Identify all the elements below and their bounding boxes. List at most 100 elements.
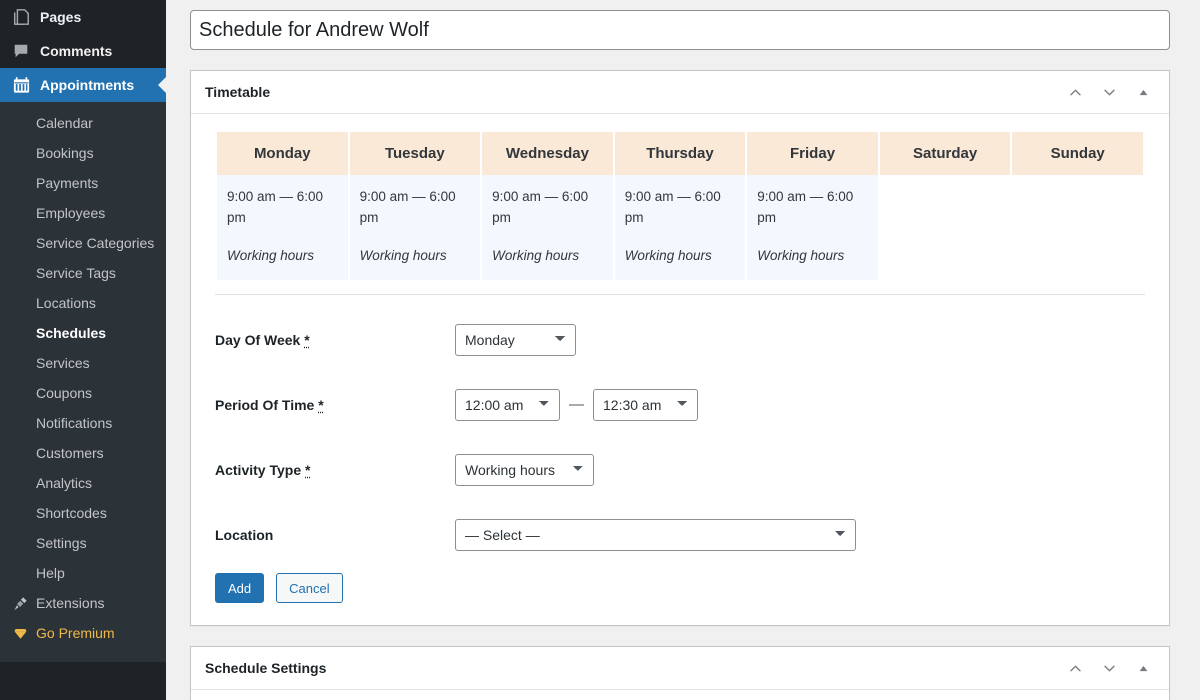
sidebar-item-appointments[interactable]: Appointments — [0, 68, 166, 102]
submenu-label: Services — [36, 355, 90, 371]
activity-type-select[interactable]: Working hours — [455, 453, 594, 486]
day-of-week-select[interactable]: Monday — [455, 323, 576, 356]
submenu-label: Employees — [36, 205, 106, 221]
sidebar-item-coupons[interactable]: Coupons — [0, 378, 166, 408]
sidebar-item-comments[interactable]: Comments — [0, 34, 166, 68]
bullet-icon — [11, 145, 29, 161]
move-up-icon[interactable] — [1061, 78, 1089, 106]
schedule-item-form: Day Of Week * Monday Period Of Time * 12… — [215, 295, 1145, 603]
schedule-settings-body — [191, 690, 1169, 700]
pages-icon — [11, 7, 31, 27]
toggle-panel-icon[interactable] — [1129, 78, 1157, 106]
sidebar-item-analytics[interactable]: Analytics — [0, 468, 166, 498]
sidebar-item-shortcodes[interactable]: Shortcodes — [0, 498, 166, 528]
timetable-header-cell: Wednesday — [482, 132, 613, 175]
sidebar-item-schedules[interactable]: Schedules — [0, 318, 166, 348]
bullet-icon — [11, 475, 29, 491]
period-of-time-label-text: Period Of Time — [215, 396, 315, 413]
sidebar-item-label: Pages — [40, 9, 82, 25]
bullet-icon — [11, 265, 29, 281]
admin-sidebar: Pages Comments Appointments Calendar Boo… — [0, 0, 166, 700]
timetable-head: Monday Tuesday Wednesday Thursday Friday… — [217, 132, 1143, 175]
required-marker: * — [318, 396, 324, 413]
comments-icon — [11, 41, 31, 61]
schedule-title-input[interactable] — [190, 10, 1170, 50]
bullet-icon — [11, 505, 29, 521]
timetable-header-cell: Friday — [747, 132, 878, 175]
submenu-label: Schedules — [36, 325, 107, 341]
timetable-cell-saturday[interactable] — [879, 175, 1011, 280]
main-content: Timetable Mond — [166, 0, 1200, 700]
calendar-icon — [11, 75, 31, 95]
bullet-icon — [11, 235, 29, 251]
sidebar-item-calendar[interactable]: Calendar — [0, 108, 166, 138]
activity-type-label: Activity Type * — [215, 462, 455, 478]
cell-hours: 9:00 am — 6:00 pm — [227, 189, 324, 225]
title-row — [190, 10, 1170, 50]
cell-hours: 9:00 am — 6:00 pm — [492, 189, 589, 225]
timetable-cell-tuesday[interactable]: 9:00 am — 6:00 pm Working hours — [349, 175, 481, 280]
sidebar-item-notifications[interactable]: Notifications — [0, 408, 166, 438]
day-of-week-control: Monday — [455, 323, 576, 356]
period-start-select[interactable]: 12:00 am — [455, 388, 560, 421]
form-actions: Add Cancel — [215, 567, 1145, 603]
sidebar-item-pages[interactable]: Pages — [0, 0, 166, 34]
sidebar-item-label: Comments — [40, 43, 113, 59]
timetable: Monday Tuesday Wednesday Thursday Friday… — [215, 132, 1145, 280]
timetable-header-cell: Thursday — [614, 132, 746, 175]
sidebar-item-settings[interactable]: Settings — [0, 528, 166, 558]
cancel-button[interactable]: Cancel — [276, 573, 343, 603]
submenu-label: Help — [36, 565, 65, 581]
period-of-time-label: Period Of Time * — [215, 397, 455, 413]
required-marker: * — [304, 331, 310, 348]
location-label: Location — [215, 526, 274, 543]
period-of-time-control: 12:00 am — 12:30 am — [455, 388, 698, 421]
schedule-settings-controls — [1061, 654, 1157, 682]
timetable-cell-friday[interactable]: 9:00 am — 6:00 pm Working hours — [747, 175, 878, 280]
bullet-icon — [11, 115, 29, 131]
cell-activity: Working hours — [227, 248, 315, 263]
timetable-cell-wednesday[interactable]: 9:00 am — 6:00 pm Working hours — [482, 175, 613, 280]
day-of-week-label: Day Of Week * — [215, 332, 455, 348]
timetable-header-cell: Tuesday — [349, 132, 481, 175]
submenu-label: Customers — [36, 445, 104, 461]
sidebar-item-extensions[interactable]: Extensions — [0, 588, 166, 618]
timetable-panel-title: Timetable — [205, 84, 271, 100]
toggle-panel-icon[interactable] — [1129, 654, 1157, 682]
sidebar-item-bookings[interactable]: Bookings — [0, 138, 166, 168]
sidebar-item-employees[interactable]: Employees — [0, 198, 166, 228]
move-down-icon[interactable] — [1095, 654, 1123, 682]
sidebar-item-payments[interactable]: Payments — [0, 168, 166, 198]
submenu-label: Service Tags — [36, 265, 116, 281]
admin-screen: Pages Comments Appointments Calendar Boo… — [0, 0, 1200, 700]
timetable-cell-sunday[interactable] — [1012, 175, 1143, 280]
timetable-panel-header: Timetable — [191, 71, 1169, 114]
timetable-cell-monday[interactable]: 9:00 am — 6:00 pm Working hours — [217, 175, 348, 280]
timetable-cell-thursday[interactable]: 9:00 am — 6:00 pm Working hours — [614, 175, 746, 280]
bullet-icon — [11, 355, 29, 371]
schedule-settings-title: Schedule Settings — [205, 660, 327, 676]
schedule-settings-header: Schedule Settings — [191, 647, 1169, 690]
cell-hours: 9:00 am — 6:00 pm — [757, 189, 854, 225]
move-down-icon[interactable] — [1095, 78, 1123, 106]
sidebar-item-locations[interactable]: Locations — [0, 288, 166, 318]
move-up-icon[interactable] — [1061, 654, 1089, 682]
add-button[interactable]: Add — [215, 573, 265, 603]
bullet-icon — [11, 445, 29, 461]
form-row-period-of-time: Period Of Time * 12:00 am — 12:30 am — [215, 372, 1145, 437]
sidebar-item-help[interactable]: Help — [0, 558, 166, 588]
bullet-icon — [11, 175, 29, 191]
submenu-label: Bookings — [36, 145, 94, 161]
submenu-label: Shortcodes — [36, 505, 107, 521]
sidebar-item-service-tags[interactable]: Service Tags — [0, 258, 166, 288]
period-end-select[interactable]: 12:30 am — [593, 388, 698, 421]
sidebar-item-service-categories[interactable]: Service Categories — [0, 228, 166, 258]
form-row-day-of-week: Day Of Week * Monday — [215, 307, 1145, 372]
location-select[interactable]: — Select — — [455, 518, 856, 551]
cell-activity: Working hours — [624, 248, 712, 263]
sidebar-item-go-premium[interactable]: Go Premium — [0, 618, 166, 648]
sidebar-item-customers[interactable]: Customers — [0, 438, 166, 468]
submenu-label: Extensions — [36, 595, 105, 611]
schedule-settings-panel: Schedule Settings — [190, 646, 1170, 700]
sidebar-item-services[interactable]: Services — [0, 348, 166, 378]
